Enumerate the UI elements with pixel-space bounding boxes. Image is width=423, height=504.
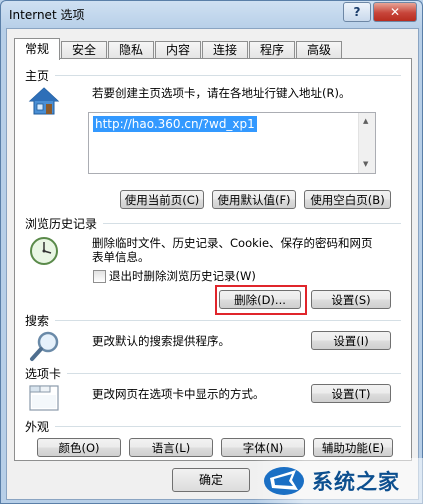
scroll-up-icon[interactable]: ▲: [363, 117, 368, 125]
tab-connections[interactable]: 连接: [202, 41, 248, 59]
close-button[interactable]: ✕: [373, 2, 417, 22]
dialog-window: Internet 选项 ? ✕ 常规 安全 隐私 内容 连接 程序 高级 主页: [0, 0, 423, 504]
history-group-label: 浏览历史记录: [25, 217, 98, 231]
languages-button[interactable]: 语言(L): [129, 438, 213, 457]
fonts-button[interactable]: 字体(N): [221, 438, 305, 457]
tab-general[interactable]: 常规: [14, 38, 60, 60]
watermark-text: 系统之家: [312, 470, 400, 494]
delete-on-exit-checkbox[interactable]: [93, 270, 106, 283]
tab-content[interactable]: 内容: [155, 41, 201, 59]
watermark-logo-icon: [262, 464, 306, 501]
tabs-group-label: 选项卡: [25, 367, 62, 381]
use-blank-button[interactable]: 使用空白页(B): [304, 190, 391, 209]
general-tab-panel: 主页 若要创建主页选项卡，请在各地址行键入地址(R)。 http://hao.3…: [14, 58, 412, 461]
colors-button[interactable]: 颜色(O): [37, 438, 121, 457]
history-description-line1: 删除临时文件、历史记录、Cookie、保存的密码和网页: [92, 236, 373, 250]
tab-advanced[interactable]: 高级: [296, 41, 342, 59]
homepage-description: 若要创建主页选项卡，请在各地址行键入地址(R)。: [92, 86, 351, 100]
tabs-settings-button[interactable]: 设置(T): [311, 384, 391, 403]
tabs-description: 更改网页在选项卡中显示的方式。: [92, 387, 265, 401]
appearance-group-label: 外观: [25, 420, 50, 434]
tab-programs[interactable]: 程序: [249, 41, 295, 59]
scroll-down-icon[interactable]: ▼: [363, 160, 368, 168]
homepage-group-label: 主页: [25, 69, 50, 83]
search-settings-button[interactable]: 设置(I): [311, 331, 391, 350]
help-button[interactable]: ?: [343, 2, 371, 22]
use-default-button[interactable]: 使用默认值(F): [212, 190, 296, 209]
appearance-divider: [55, 426, 401, 427]
search-description: 更改默认的搜索提供程序。: [92, 334, 230, 348]
use-current-button[interactable]: 使用当前页(C): [120, 190, 204, 209]
tab-privacy[interactable]: 隐私: [108, 41, 154, 59]
dialog-client: 常规 安全 隐私 内容 连接 程序 高级 主页 若要创建主页选项卡，请在各地址行…: [6, 28, 419, 500]
clock-icon: [28, 235, 60, 270]
search-divider: [55, 320, 401, 321]
tabs-divider: [67, 373, 401, 374]
homepage-url-textarea[interactable]: http://hao.360.cn/?wd_xp1 ▲ ▼: [88, 112, 376, 174]
url-scrollbar[interactable]: ▲ ▼: [358, 113, 375, 173]
search-group-label: 搜索: [25, 314, 50, 328]
history-description-line2: 表单信息。: [92, 250, 150, 264]
homepage-url-text: http://hao.360.cn/?wd_xp1: [93, 116, 257, 132]
homepage-divider: [55, 75, 401, 76]
delete-on-exit-label[interactable]: 退出时删除浏览历史记录(W): [109, 269, 256, 283]
tabs-window-icon: [28, 382, 60, 415]
highlight-box: [215, 285, 307, 315]
history-settings-button[interactable]: 设置(S): [311, 290, 391, 309]
title-bar[interactable]: Internet 选项 ? ✕: [1, 1, 422, 27]
accessibility-button[interactable]: 辅助功能(E): [313, 438, 393, 457]
window-title: Internet 选项: [9, 8, 85, 22]
magnifier-icon: [29, 330, 61, 365]
ok-button[interactable]: 确定: [172, 468, 250, 492]
tab-security[interactable]: 安全: [61, 41, 107, 59]
history-divider: [103, 223, 401, 224]
house-icon: [28, 85, 60, 120]
